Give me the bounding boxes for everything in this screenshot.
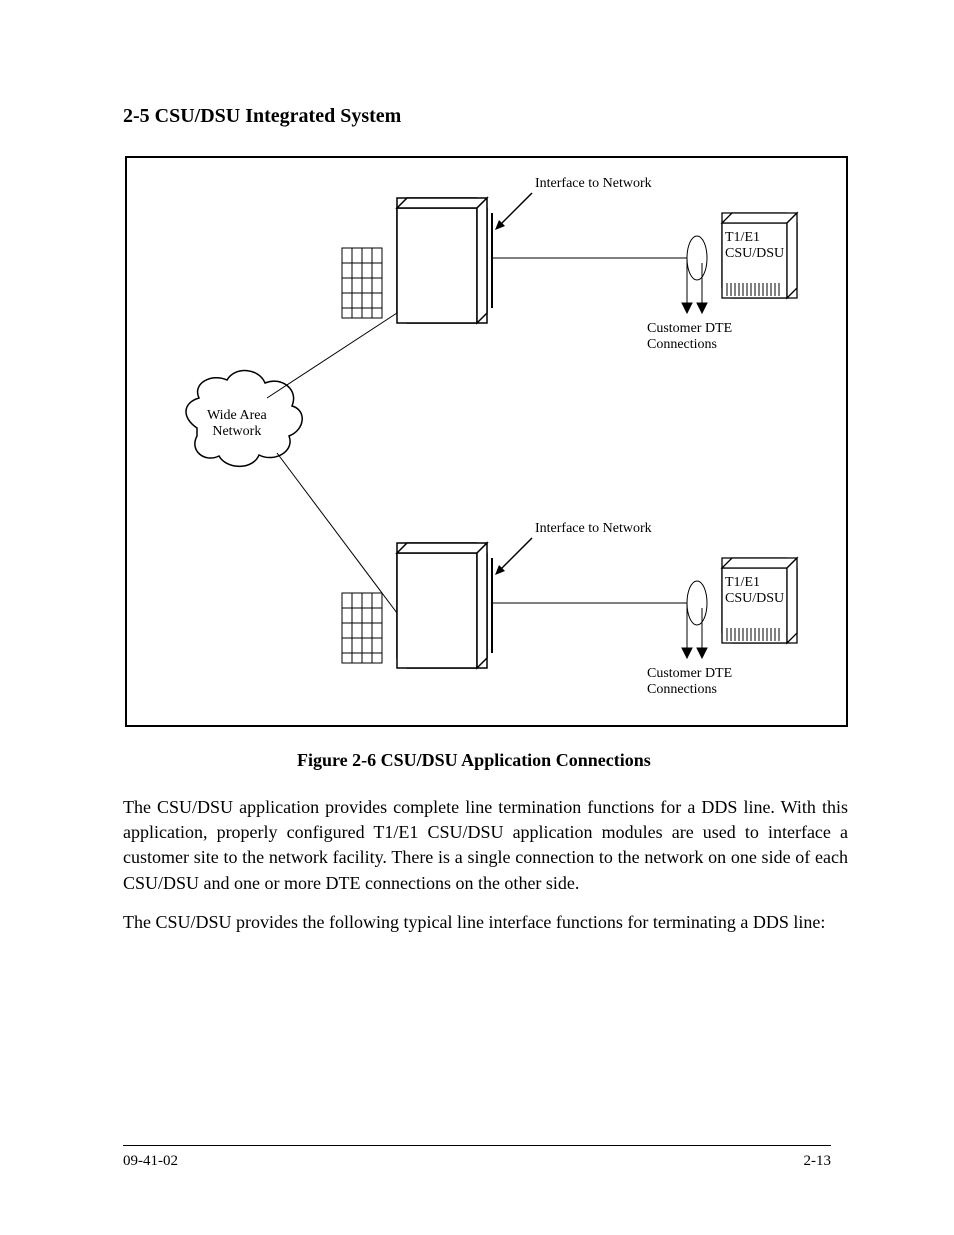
dte-arrows-icon bbox=[682, 258, 707, 313]
figure-caption: Figure 2-6 CSU/DSU Application Connectio… bbox=[297, 750, 651, 771]
arrow-icon bbox=[495, 538, 532, 575]
footer-left: 09-41-02 bbox=[123, 1153, 178, 1170]
dte-arrows-icon bbox=[682, 603, 707, 658]
dte-label-bottom: Customer DTE Connections bbox=[647, 666, 732, 698]
tbox-label-bottom: T1/E1 CSU/DSU bbox=[725, 575, 784, 607]
network-interface-label-top: Interface to Network bbox=[535, 176, 652, 192]
building-icon bbox=[342, 543, 487, 668]
paragraph: The CSU/DSU provides the following typic… bbox=[123, 910, 848, 935]
cable-bundle-icon bbox=[687, 236, 707, 280]
paragraph: The CSU/DSU application provides complet… bbox=[123, 795, 848, 896]
footer-right: 2-13 bbox=[804, 1153, 832, 1170]
link-line bbox=[267, 313, 397, 398]
section-heading: 2-5 CSU/DSU Integrated System bbox=[123, 105, 401, 128]
link-line bbox=[277, 453, 397, 613]
network-interface-label-bottom: Interface to Network bbox=[535, 521, 652, 537]
dte-label-top: Customer DTE Connections bbox=[647, 321, 732, 353]
page: 2-5 CSU/DSU Integrated System bbox=[0, 0, 954, 1235]
arrow-icon bbox=[495, 193, 532, 230]
tbox-label-top: T1/E1 CSU/DSU bbox=[725, 230, 784, 262]
diagram-frame: Wide Area Network Interface to Network I… bbox=[125, 156, 848, 727]
footer-divider bbox=[123, 1145, 831, 1146]
body-text: The CSU/DSU application provides complet… bbox=[123, 795, 848, 949]
wan-label: Wide Area Network bbox=[207, 408, 267, 440]
cable-bundle-icon bbox=[687, 581, 707, 625]
building-icon bbox=[342, 198, 487, 323]
